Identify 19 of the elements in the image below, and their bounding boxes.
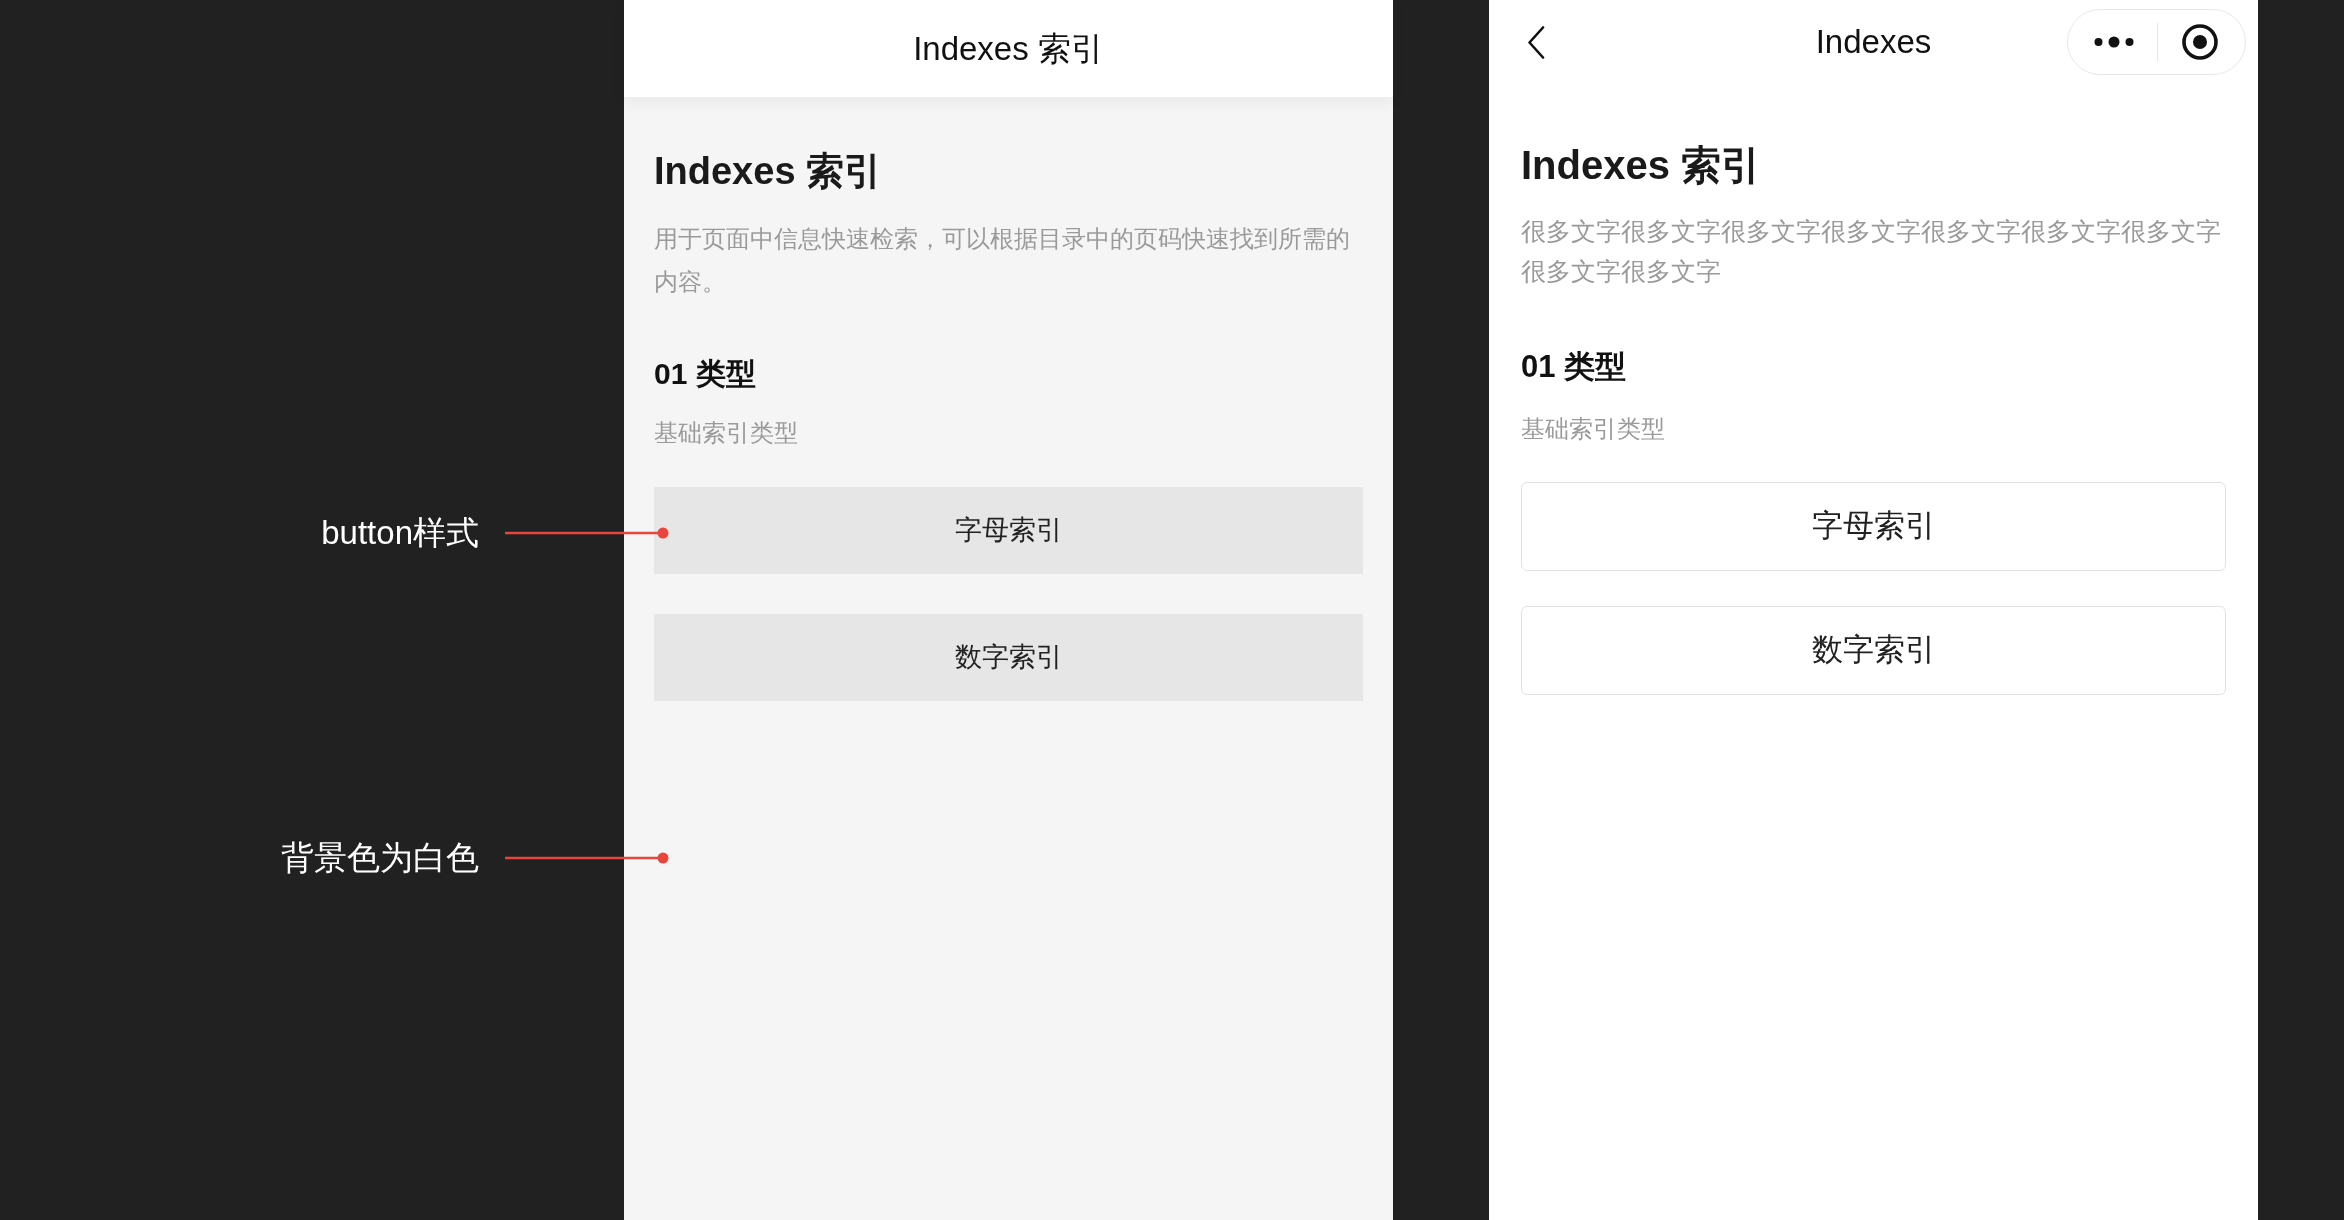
callout-label: button样式: [321, 513, 479, 553]
index-button[interactable]: 数字索引: [654, 614, 1363, 701]
index-button[interactable]: 数字索引: [1521, 606, 2226, 695]
section-subtitle: 基础索引类型: [654, 418, 799, 448]
page-title: Indexes: [1815, 22, 1932, 62]
section-title: 01 类型: [1521, 349, 1628, 385]
page-heading: Indexes 索引: [1521, 142, 1763, 189]
index-button[interactable]: 字母索引: [1521, 482, 2226, 571]
page-title: Indexes 索引: [913, 28, 1104, 69]
page-description: 很多文字很多文字很多文字很多文字很多文字很多文字很多文字很多文字很多文字: [1521, 216, 2222, 287]
dots-icon[interactable]: [2094, 36, 2134, 48]
section-subtitle: 基础索引类型: [1521, 414, 1666, 444]
index-button[interactable]: 字母索引: [654, 487, 1363, 574]
callout-label: 背景色为白色: [281, 838, 479, 878]
circle-dot-icon[interactable]: [2182, 24, 2218, 60]
page-description: 用于页面中信息快速检索，可以根据目录中的页码快速找到所需的内容。: [654, 224, 1351, 297]
chevron-left-icon[interactable]: [1527, 25, 1545, 59]
page-heading: Indexes 索引: [654, 149, 884, 194]
section-title: 01 类型: [654, 356, 757, 392]
